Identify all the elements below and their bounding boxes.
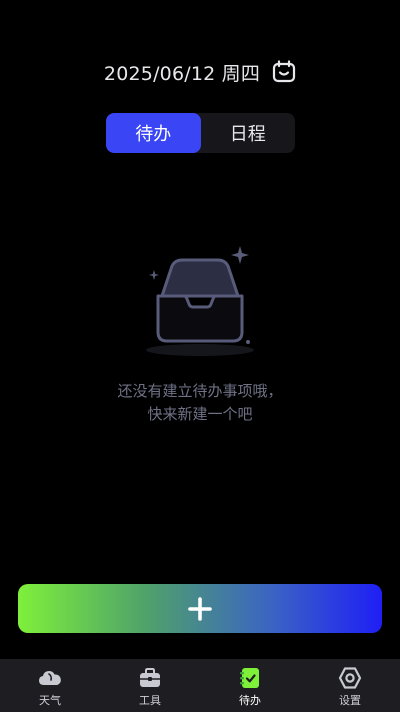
add-todo-button[interactable] xyxy=(18,584,382,633)
plus-icon xyxy=(188,596,212,621)
empty-inbox-icon xyxy=(140,242,260,362)
nav-label-todo: 待办 xyxy=(239,694,261,707)
current-date: 2025/06/12 周四 xyxy=(103,62,261,85)
nav-tools[interactable]: 工具 xyxy=(100,659,200,712)
toolbox-icon xyxy=(138,666,162,690)
todo-icon xyxy=(238,666,262,690)
view-switcher: 待办 日程 xyxy=(106,113,295,153)
calendar-icon[interactable] xyxy=(272,60,296,84)
empty-state-line-2: 快来新建一个吧 xyxy=(147,405,253,423)
bottom-navigation: 天气 工具 待办 设置 xyxy=(0,659,400,712)
nav-label-tools: 工具 xyxy=(139,694,161,707)
tab-todo[interactable]: 待办 xyxy=(106,113,201,153)
app-screen: 2025/06/12 周四 待办 日程 还没有建立待办事项哦， 快来新建一个吧 … xyxy=(0,0,400,712)
tab-schedule[interactable]: 日程 xyxy=(201,113,296,153)
nav-weather[interactable]: 天气 xyxy=(0,659,100,712)
nav-settings[interactable]: 设置 xyxy=(300,659,400,712)
nav-label-weather: 天气 xyxy=(39,694,61,707)
nav-todo[interactable]: 待办 xyxy=(200,659,300,712)
date-header: 2025/06/12 周四 xyxy=(0,58,400,86)
empty-state-message: 还没有建立待办事项哦， 快来新建一个吧 xyxy=(0,380,400,426)
settings-hexagon-icon xyxy=(338,666,362,690)
cloud-icon xyxy=(38,666,62,690)
empty-state-line-1: 还没有建立待办事项哦， xyxy=(117,382,283,400)
nav-label-settings: 设置 xyxy=(339,694,361,707)
